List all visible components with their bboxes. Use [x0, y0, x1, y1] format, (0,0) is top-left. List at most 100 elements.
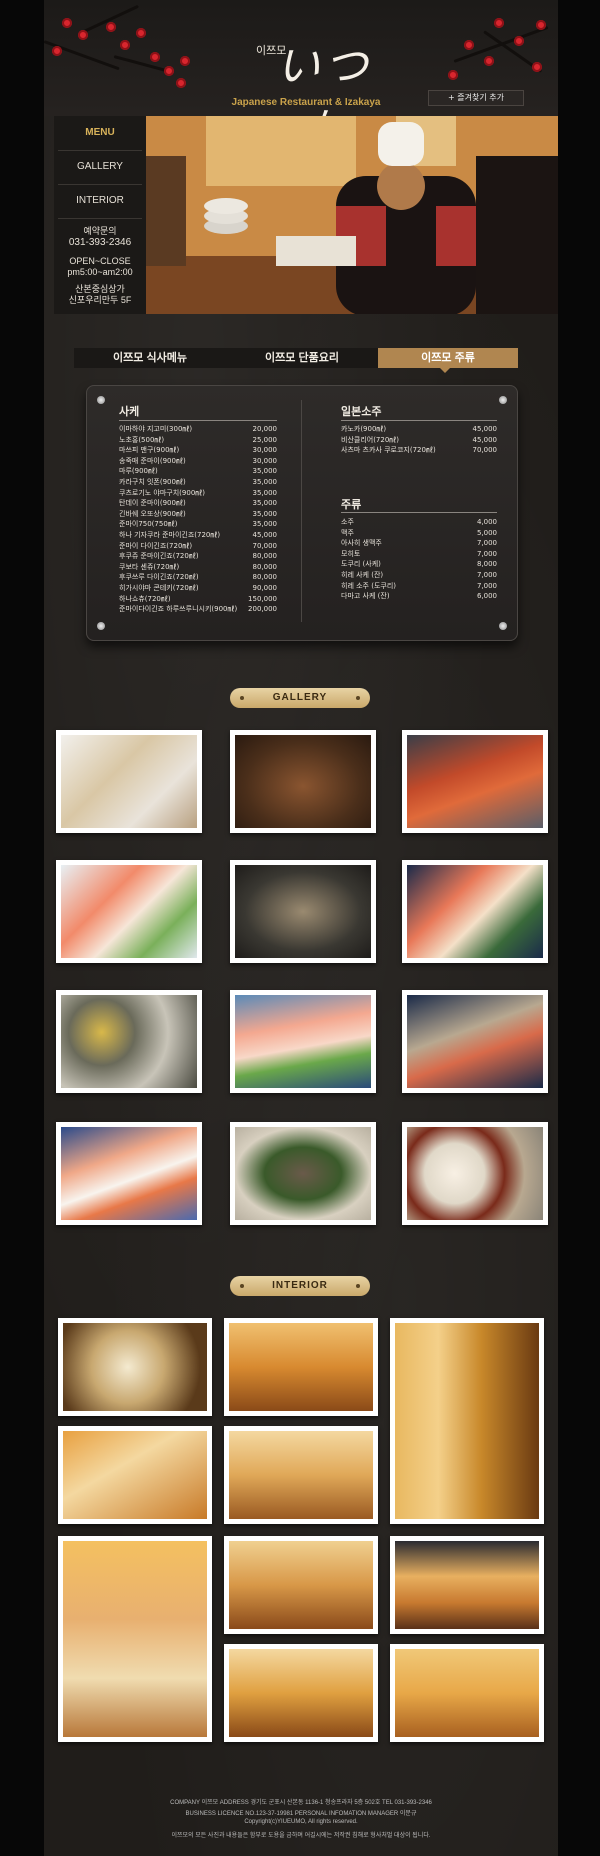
menu-item-name: 다마고 사케 (잔): [341, 592, 390, 601]
menu-board: 사케 이마하야 지고미(300㎖) 20,000 노초홍(500㎖) 25,000 마쓰…: [86, 385, 518, 641]
gallery-photo[interactable]: [56, 730, 202, 833]
interior-photo[interactable]: [224, 1644, 378, 1742]
menu-item-price: 5,000: [476, 528, 497, 537]
gallery-photo[interactable]: [230, 860, 376, 963]
header: 이쯔모 いつも Japanese Restaurant & Izakaya + …: [43, 0, 558, 156]
menu-item-name: 사츠마 츠카사 쿠로코지(720㎖): [341, 446, 436, 455]
gallery-photo[interactable]: [402, 860, 548, 963]
nav-item-gallery[interactable]: GALLERY: [58, 150, 142, 185]
gallery-photo[interactable]: [56, 1122, 202, 1225]
pill-dot-icon: [240, 1284, 244, 1288]
interior-photo[interactable]: [58, 1536, 212, 1742]
screw-icon: [499, 622, 507, 630]
menu-item-name: 맥주: [341, 528, 354, 537]
menu-item-name: 준마이 다이긴죠(720㎖): [119, 541, 193, 550]
menu-item-price: 80,000: [252, 562, 278, 571]
menu-item-price: 70,000: [252, 541, 278, 550]
menu-item-name: 이마하야 지고미(300㎖): [119, 425, 193, 433]
blossom-icon: [136, 28, 146, 38]
bookmark-button[interactable]: + 즐겨찾기 추가: [428, 90, 524, 106]
gallery-photo[interactable]: [230, 1122, 376, 1225]
liquor-underline: [341, 512, 497, 513]
interior-photo[interactable]: [390, 1318, 544, 1524]
menu-item-price: 80,000: [252, 573, 278, 582]
menu-item-name: 탄데이 준마이(900㎖): [119, 499, 186, 508]
logo[interactable]: 이쯔모 いつも: [234, 20, 374, 156]
gallery-image: [235, 735, 371, 828]
tagline: Japanese Restaurant & Izakaya: [231, 97, 381, 108]
menu-item-name: 하나 기자쿠라 준마이긴죠(720㎖): [119, 531, 221, 539]
menu-item-name: 모히토: [341, 549, 361, 558]
liquor-title: 주류: [341, 499, 362, 511]
hours-label: OPEN~CLOSE: [69, 256, 131, 266]
gallery-image: [61, 1127, 197, 1220]
gallery-label-text: GALLERY: [272, 692, 328, 703]
gallery-photo[interactable]: [402, 990, 548, 1093]
menu-item-name: 송죽매 준마이(900㎖): [119, 456, 186, 465]
blossom-icon: [150, 52, 160, 62]
gallery-photo[interactable]: [402, 730, 548, 833]
tab-food-menu[interactable]: 이쯔모 식사메뉴: [74, 348, 226, 368]
screw-icon: [97, 396, 105, 404]
menu-item-name: 하나쇼츄(720㎖): [119, 594, 171, 603]
menu-item-price: 7,000: [476, 571, 497, 579]
menu-item-price: 45,000: [472, 435, 498, 444]
blossom-icon: [448, 70, 458, 80]
gallery-photo[interactable]: [402, 1122, 548, 1225]
menu-item-price: 35,000: [252, 488, 278, 497]
blossom-icon: [536, 20, 546, 30]
interior-photo[interactable]: [224, 1536, 378, 1634]
interior-photo[interactable]: [58, 1426, 212, 1524]
gallery-photo[interactable]: [56, 990, 202, 1093]
menu-item-price: 35,000: [252, 478, 278, 486]
menu-item-price: 70,000: [472, 446, 498, 455]
tab-drinks[interactable]: 이쯔모 주류: [378, 348, 518, 368]
interior-photo[interactable]: [390, 1536, 544, 1634]
menu-item-price: 35,000: [252, 467, 278, 476]
interior-photo[interactable]: [224, 1426, 378, 1524]
page: 이쯔모 いつも Japanese Restaurant & Izakaya + …: [43, 0, 558, 1856]
menu-item-price: 6,000: [476, 592, 497, 601]
address-line-2: 신포우리만두 5F: [68, 295, 132, 305]
pill-dot-icon: [356, 696, 360, 700]
blossom-icon: [106, 22, 116, 32]
nav-item-menu[interactable]: MENU: [58, 116, 142, 151]
blossom-icon: [484, 56, 494, 66]
gallery-image: [61, 735, 197, 828]
gallery-photo[interactable]: [56, 860, 202, 963]
sake-title: 사케: [119, 406, 140, 418]
gallery-photo[interactable]: [230, 990, 376, 1093]
footer-copyright: Copyright(c)YIUEUMO, All rights reserved…: [244, 1819, 358, 1825]
interior-photo[interactable]: [58, 1318, 212, 1416]
interior-image: [229, 1431, 373, 1519]
tab-single-dishes[interactable]: 이쯔모 단품요리: [226, 348, 378, 368]
menu-item-price: 25,000: [252, 435, 278, 444]
interior-photo[interactable]: [390, 1644, 544, 1742]
gallery-image: [235, 865, 371, 958]
menu-item-name: 노초홍(500㎖): [119, 435, 165, 444]
menu-item-price: 7,000: [476, 581, 497, 590]
gallery-image: [235, 1127, 371, 1220]
blossom-icon: [164, 66, 174, 76]
footer-notice: 이쯔모의 모든 사진과 내용들은 함부로 도용을 금하며 어길시에는 저작권 침…: [171, 1833, 431, 1839]
interior-image: [395, 1649, 539, 1737]
interior-image: [229, 1323, 373, 1411]
menu-item-name: 카노카(900㎖): [341, 425, 387, 433]
interior-label: INTERIOR: [230, 1276, 370, 1296]
pill-dot-icon: [356, 1284, 360, 1288]
menu-item-name: 후쿠쥬 준마이긴죠(720㎖): [119, 552, 199, 561]
menu-item-name: 마루(900㎖): [119, 467, 158, 476]
menu-item-name: 소주: [341, 518, 354, 526]
gallery-photo[interactable]: [230, 730, 376, 833]
menu-item-name: 쿠보타 센쥬(720㎖): [119, 562, 180, 571]
interior-photo[interactable]: [224, 1318, 378, 1416]
interior-image: [229, 1649, 373, 1737]
menu-item-price: 30,000: [252, 456, 278, 465]
gallery-image: [407, 995, 543, 1088]
nav-item-interior[interactable]: INTERIOR: [58, 184, 142, 219]
blossom-icon: [494, 18, 504, 28]
footer-license: BUSINESS LICENCE NO.123-37-19981 PERSONA…: [185, 1811, 417, 1817]
sake-underline: [119, 420, 277, 421]
interior-image: [63, 1431, 207, 1519]
blossom-icon: [62, 18, 72, 28]
